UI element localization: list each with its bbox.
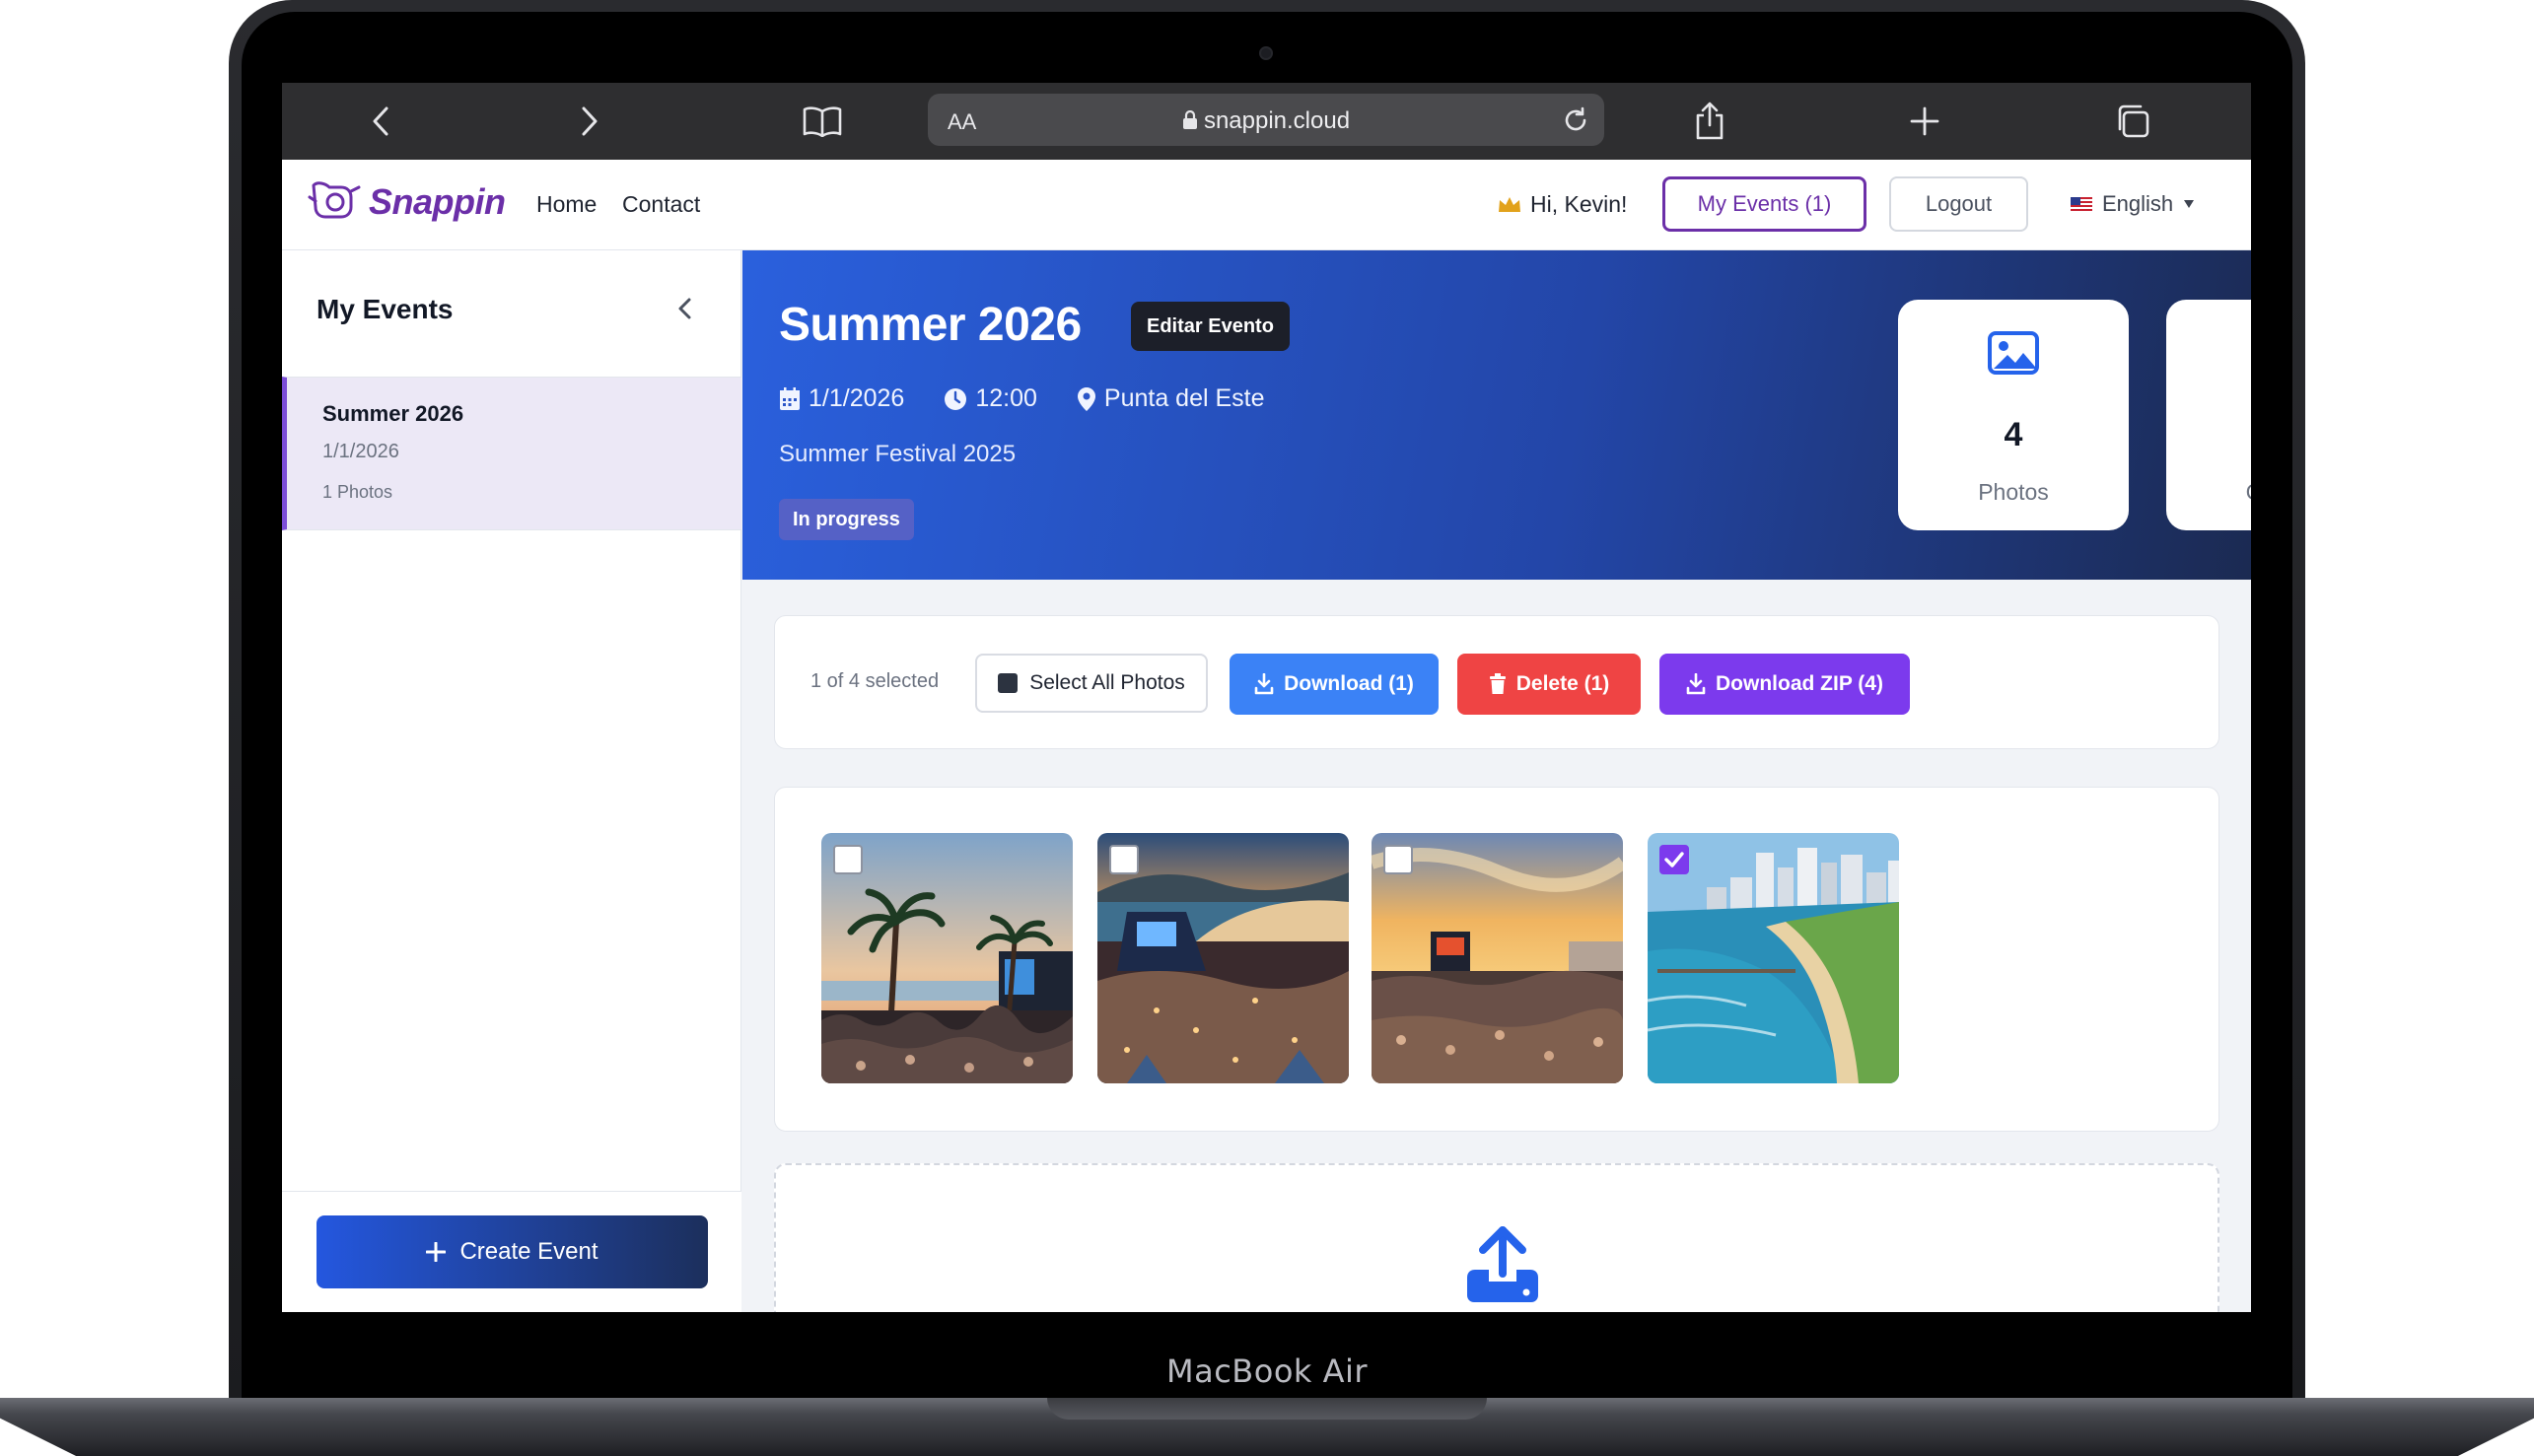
photo-thumbnail[interactable] [1372,833,1623,1083]
device-label: MacBook Air [1165,1352,1369,1390]
screen: AA snappin.cloud Snappin Home Contact Hi… [282,83,2251,1312]
event-location: Punta del Este [1103,384,1265,412]
photo-thumbnail[interactable] [1097,833,1349,1083]
event-meta: 1/1/2026 12:00 Punta del Este [779,384,1265,413]
language-selector[interactable]: English [2071,191,2195,217]
language-label: English [2102,191,2174,216]
photo-thumbnail[interactable] [821,833,1073,1083]
sidebar-title: My Events [317,294,454,324]
event-time: 12:00 [975,384,1037,412]
photo-checkbox[interactable] [1659,845,1689,874]
photo-grid [774,787,2219,1132]
photo-thumbnail[interactable] [1648,833,1899,1083]
camera-dot [1259,46,1273,60]
reload-icon[interactable] [1561,105,1590,135]
tabs-overview-icon[interactable] [2111,83,2154,160]
event-date: 1/1/2026 [809,384,905,412]
guests-label: Guests [2166,479,2251,506]
photos-label: Photos [1978,479,2049,505]
selection-count: 1 of 4 selected [810,670,940,692]
my-events-button[interactable]: My Events (1) [1662,176,1866,232]
download-icon [1254,673,1274,695]
delete-label: Delete (1) [1515,672,1610,695]
user-greeting: Hi, Kevin! [1497,191,1627,218]
location-pin-icon [1077,386,1095,411]
address-bar[interactable]: AA snappin.cloud [928,94,1604,146]
lock-icon [1182,110,1197,129]
select-all-button[interactable]: Select All Photos [975,654,1208,713]
sidebar-footer: Create Event [282,1191,741,1312]
forward-icon[interactable] [570,83,609,160]
photo-checkbox[interactable] [1383,845,1413,874]
upload-icon [1467,1226,1538,1302]
url-text: snappin.cloud [928,107,1604,135]
check-icon [1664,852,1684,867]
status-badge: In progress [779,499,914,540]
calendar-icon [780,386,800,410]
download-button[interactable]: Download (1) [1230,654,1439,715]
bookmarks-icon[interactable] [801,83,844,160]
events-sidebar: My Events Summer 2026 1/1/2026 1 Photos … [282,250,741,1312]
select-all-label: Select All Photos [1029,671,1185,694]
sidebar-event-name: Summer 2026 [322,401,464,426]
download-zip-label: Download ZIP (4) [1716,672,1883,695]
image-icon [1988,331,2039,375]
trash-icon [1489,673,1506,694]
laptop-notch [1047,1398,1487,1420]
crown-icon [1499,196,1520,212]
delete-button[interactable]: Delete (1) [1457,654,1641,715]
edit-event-button[interactable]: Editar Evento [1131,302,1290,351]
sidebar-event-item[interactable]: Summer 2026 1/1/2026 1 Photos [282,377,741,530]
download-icon [1686,673,1706,695]
caret-down-icon [2184,200,2195,208]
collapse-sidebar-icon[interactable] [674,294,694,328]
create-event-label: Create Event [459,1238,598,1265]
sidebar-event-date: 1/1/2026 [322,441,399,462]
upload-dropzone[interactable] [774,1163,2219,1312]
guests-stat-card: 1 Guests [2166,300,2251,530]
nav-home-link[interactable]: Home [536,191,597,218]
share-icon[interactable] [1690,83,1729,160]
create-event-button[interactable]: Create Event [317,1215,708,1288]
logout-button[interactable]: Logout [1889,176,2028,232]
app-header: Snappin Home Contact Hi, Kevin! My Event… [282,160,2251,250]
sidebar-event-photo-count: 1 Photos [322,482,393,502]
back-icon[interactable] [361,83,400,160]
brand-logo[interactable]: Snappin [308,177,506,227]
new-tab-icon[interactable] [1905,83,1944,160]
nav-contact-link[interactable]: Contact [622,191,700,218]
photo-checkbox[interactable] [1109,845,1139,874]
greeting-text: Hi, Kevin! [1530,191,1628,217]
guests-count: 1 [2166,416,2251,454]
camera-hand-logo-icon [308,181,361,219]
plus-icon [426,1242,447,1262]
event-title: Summer 2026 [779,299,1082,351]
square-icon [998,673,1019,693]
download-label: Download (1) [1284,672,1414,695]
us-flag-icon [2071,196,2092,212]
event-description: Summer Festival 2025 [779,441,1017,467]
photos-count: 4 [2004,416,2023,453]
event-hero: Summer 2026 Editar Evento 1/1/2026 12:00… [742,250,2251,580]
selection-toolbar: 1 of 4 selected Select All Photos Downlo… [774,615,2219,749]
brand-name: Snappin [369,181,506,222]
photos-stat-card: 4 Photos [1898,300,2129,530]
browser-toolbar: AA snappin.cloud [282,83,2251,160]
download-zip-button[interactable]: Download ZIP (4) [1659,654,1910,715]
clock-icon [945,387,967,410]
photo-checkbox[interactable] [833,845,863,874]
